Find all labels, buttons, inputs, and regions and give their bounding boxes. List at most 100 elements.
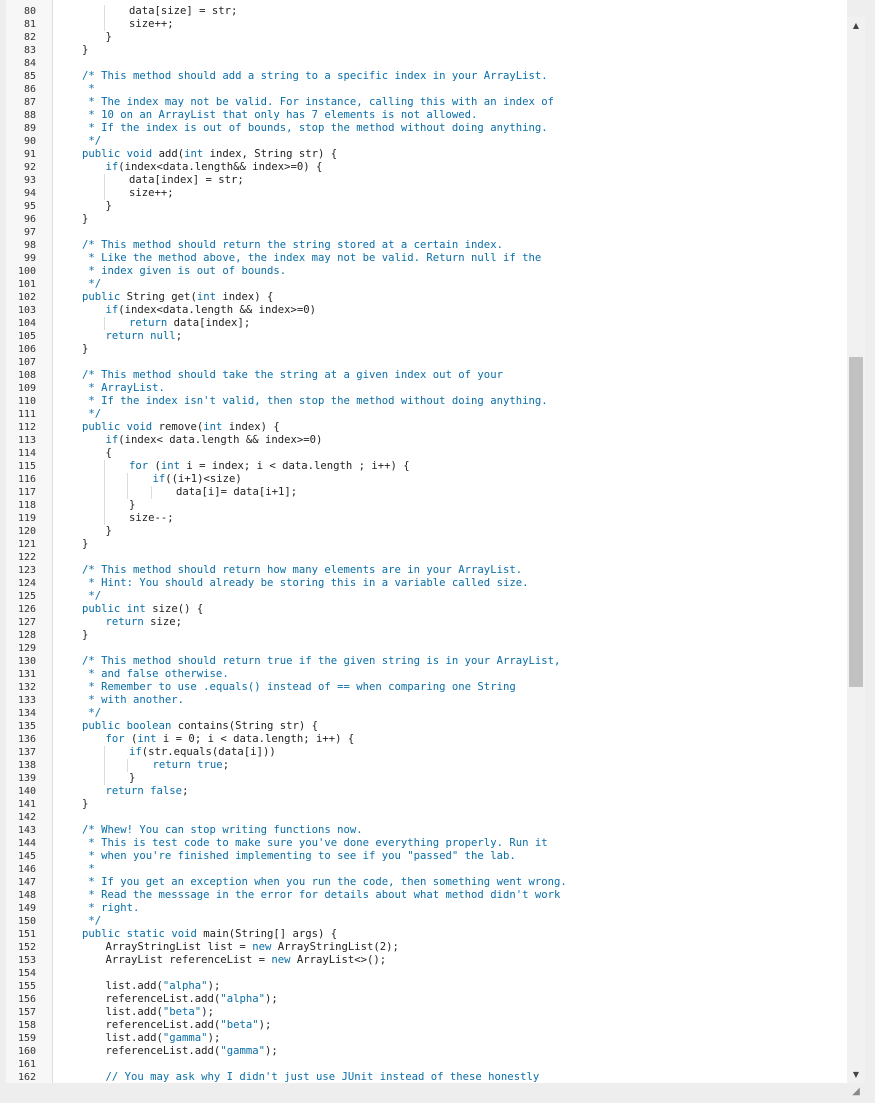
scroll-up-icon[interactable]: ▲: [847, 17, 865, 34]
code-line: 129: [6, 642, 847, 655]
code-text: public String get(int index) {: [82, 291, 274, 303]
indent-guide: [103, 759, 105, 772]
code-line: 153 ArrayList referenceList = new ArrayLi…: [6, 954, 847, 967]
code-text: public boolean contains(String str) {: [82, 720, 319, 732]
code-line: 149 * right.: [6, 902, 847, 915]
code-text: if(index<data.length && index>=0): [105, 304, 316, 316]
indent-guide: [103, 499, 105, 512]
line-number: 135: [17, 721, 36, 732]
indent-guide: [103, 18, 105, 31]
code-line: 115 for (int i = index; i < data.length ;…: [6, 460, 847, 473]
code-text: */: [82, 408, 102, 420]
line-number: 105: [17, 331, 36, 342]
code-line: 107: [6, 356, 847, 369]
line-number: 110: [17, 396, 36, 407]
line-number: 93: [23, 175, 36, 186]
line-number: 119: [17, 513, 36, 524]
code-text: }: [82, 213, 89, 225]
line-number: 160: [17, 1046, 36, 1057]
line-number: 83: [23, 45, 36, 56]
indent-guide: [103, 5, 105, 18]
code-line: 99 * Like the method above, the index ma…: [6, 252, 847, 265]
code-line: 110 * If the index isn't valid, then sto…: [6, 395, 847, 408]
code-line: 154: [6, 967, 847, 980]
code-text: }: [105, 525, 112, 537]
code-line: 139}: [6, 772, 847, 785]
indent-guide: [127, 759, 128, 772]
code-editor[interactable]: 80 data[size] = str; 81 size++; 82} 83} 84 85/*…: [6, 0, 847, 1083]
code-line: 138 return true;: [6, 759, 847, 772]
code-text: list.add("alpha");: [105, 980, 221, 992]
line-number: 147: [17, 877, 36, 888]
code-line: 112 public void remove(int index) {: [6, 421, 847, 434]
indent-guide: [103, 317, 105, 330]
code-text: * If the index is out of bounds, stop th…: [82, 122, 548, 134]
line-number: 161: [17, 1059, 36, 1070]
code-line: 116 if((i+1)<size): [6, 473, 847, 486]
code-text: ArrayList referenceList = new ArrayList<…: [105, 954, 387, 966]
code-line: 162 // You may ask why I didn't just use …: [6, 1071, 847, 1083]
code-text: * 10 on an ArrayList that only has 7 ele…: [82, 109, 478, 121]
code-line: 142: [6, 811, 847, 824]
code-line: 85 /* This method should add a string to …: [6, 70, 847, 83]
code-line: 151 public static void main(String[] args…: [6, 928, 847, 941]
indent-guide: [103, 512, 105, 525]
code-text: size--;: [129, 512, 174, 524]
code-line: 120}: [6, 525, 847, 538]
code-text: * right.: [82, 902, 140, 914]
indent-guide: [103, 746, 105, 759]
right-frame: [865, 0, 875, 1103]
code-text: *: [82, 863, 95, 875]
code-line: 152 ArrayStringList list = new ArrayStrin…: [6, 941, 847, 954]
scroll-down-icon[interactable]: ▼: [847, 1066, 865, 1083]
code-text: public void add(int index, String str) {: [82, 148, 338, 160]
line-number: 109: [17, 383, 36, 394]
code-text: }: [82, 538, 89, 550]
code-text: // You may ask why I didn't just use JUn…: [105, 1071, 540, 1083]
line-number: 97: [23, 227, 36, 238]
line-number: 104: [17, 318, 36, 329]
line-number: 117: [17, 487, 36, 498]
vertical-scrollbar[interactable]: ▲ ▼: [847, 17, 865, 1083]
code-line: 121}: [6, 538, 847, 551]
line-number: 115: [17, 461, 36, 472]
code-line: 82}: [6, 31, 847, 44]
line-number: 91: [23, 149, 36, 160]
line-number: 132: [17, 682, 36, 693]
code-line: 96}: [6, 213, 847, 226]
code-text: */: [82, 590, 102, 602]
code-line: 106}: [6, 343, 847, 356]
code-line: 123 /* This method should return how many…: [6, 564, 847, 577]
code-text: referenceList.add("alpha");: [105, 993, 278, 1005]
line-number: 129: [17, 643, 36, 654]
line-number: 124: [17, 578, 36, 589]
code-line: 93 data[index] = str;: [6, 174, 847, 187]
code-text: * Read the messsage in the error for det…: [82, 889, 561, 901]
code-text: list.add("gamma");: [105, 1032, 221, 1044]
code-line: 147 * If you get an exception when you r…: [6, 876, 847, 889]
line-number: 159: [17, 1033, 36, 1044]
code-text: public static void main(String[] args) {: [82, 928, 338, 940]
scrollbar-thumb[interactable]: [849, 357, 863, 687]
line-number: 116: [17, 474, 36, 485]
code-text: data[index] = str;: [129, 174, 244, 186]
line-number: 118: [17, 500, 36, 511]
line-number: 154: [17, 968, 36, 979]
code-line: 141}: [6, 798, 847, 811]
code-line: 100 * index given is out of bounds.: [6, 265, 847, 278]
code-line: 161: [6, 1058, 847, 1071]
line-number: 96: [23, 214, 36, 225]
line-number: 102: [17, 292, 36, 303]
resize-grip-icon[interactable]: ◢: [850, 1086, 862, 1098]
line-number: 81: [23, 19, 36, 30]
line-number: 87: [23, 97, 36, 108]
code-text: /* This method should add a string to a …: [82, 70, 548, 82]
indent-guide: [103, 460, 105, 473]
line-number: 89: [23, 123, 36, 134]
code-line: 98 /* This method should return the strin…: [6, 239, 847, 252]
code-line: 91 public void add(int index, String str)…: [6, 148, 847, 161]
indent-guide: [103, 174, 105, 187]
code-text: */: [82, 135, 102, 147]
code-text: * This is test code to make sure you've …: [82, 837, 548, 849]
code-text: for (int i = 0; i < data.length; i++) {: [105, 733, 355, 745]
